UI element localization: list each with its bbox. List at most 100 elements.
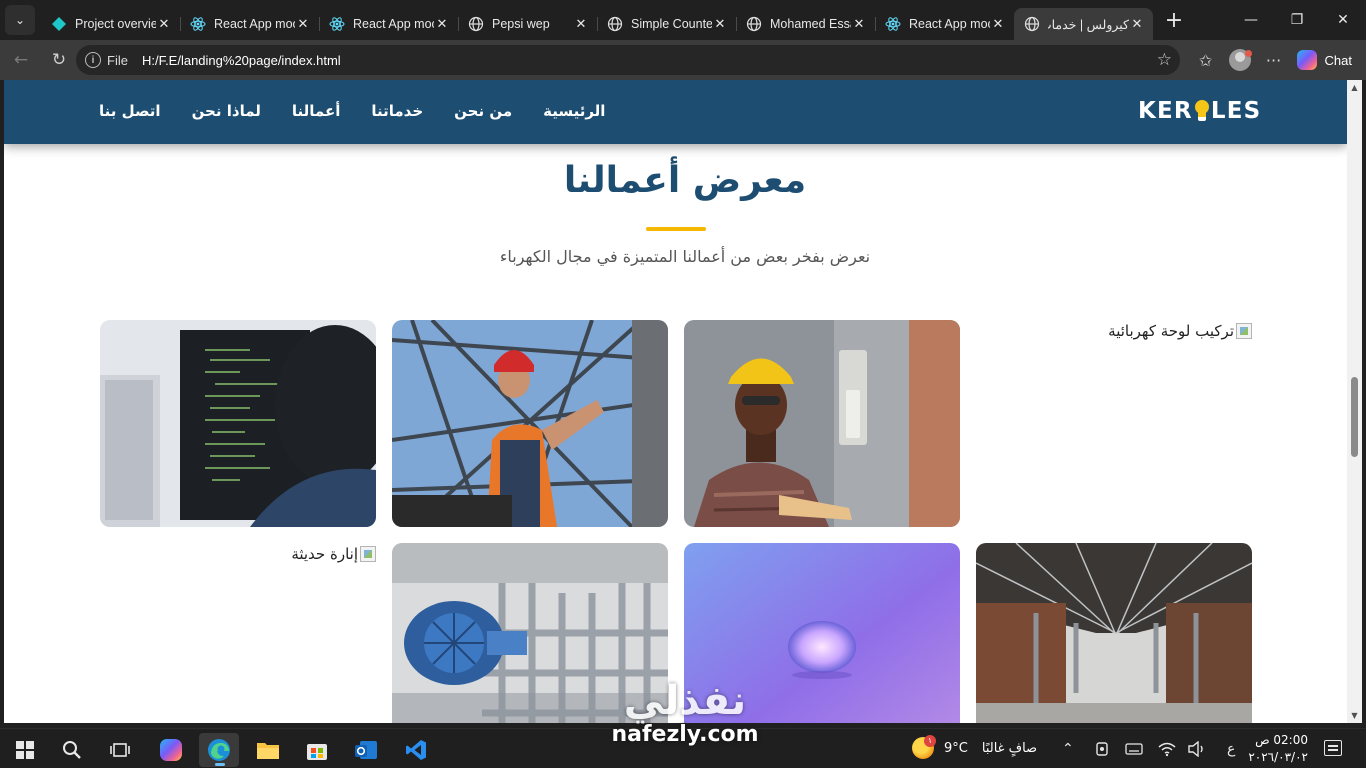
tab-close-icon[interactable]: ✕ bbox=[851, 16, 867, 32]
windows-start-icon[interactable] bbox=[5, 733, 45, 767]
globe-icon bbox=[468, 16, 484, 32]
browser-tab[interactable]: React App moo ✕ bbox=[180, 8, 319, 40]
nav-link-works[interactable]: أعمالنا bbox=[292, 102, 340, 120]
nav-link-contact[interactable]: اتصل بنا bbox=[99, 102, 161, 120]
language-indicator[interactable]: ع bbox=[1227, 729, 1235, 768]
favorites-icon[interactable]: ✩ bbox=[1189, 43, 1223, 77]
new-tab-plus-icon[interactable]: + bbox=[1159, 5, 1189, 35]
gallery-item-electrician[interactable] bbox=[684, 320, 960, 527]
weather-widget[interactable]: ١ 9°C صافٍ غالبًا bbox=[912, 735, 1037, 759]
globe-icon bbox=[1024, 16, 1040, 32]
weather-badge: ١ bbox=[924, 735, 936, 747]
edge-browser-icon[interactable] bbox=[199, 733, 239, 767]
restore-icon[interactable]: ❐ bbox=[1274, 0, 1320, 40]
broken-image-icon bbox=[1236, 323, 1252, 339]
notification-center-icon[interactable] bbox=[1324, 740, 1342, 756]
section-subtitle: نعرض بفخر بعض من أعمالنا المتميزة في مجا… bbox=[499, 247, 871, 266]
toolbar-right-actions: ✩ ··· Chat bbox=[1189, 40, 1366, 80]
gallery-item-industrial-hall[interactable] bbox=[976, 543, 1252, 723]
browser-tab[interactable]: Simple Counter ✕ bbox=[597, 8, 736, 40]
clock-date: ٢٠٢٦/٠٣/٠٢ bbox=[1248, 750, 1308, 764]
volume-icon[interactable] bbox=[1188, 729, 1206, 768]
browser-tab[interactable]: Mohamed Essa ✕ bbox=[736, 8, 875, 40]
weather-temperature: 9°C bbox=[944, 740, 968, 756]
sun-weather-icon: ١ bbox=[912, 735, 936, 759]
tab-title: React App moo bbox=[214, 17, 295, 31]
nav-link-services[interactable]: خدماتنا bbox=[371, 102, 423, 120]
favorite-star-icon[interactable]: ☆ bbox=[1157, 50, 1172, 70]
gallery-item-broken-image[interactable]: تركيب لوحة كهربائية bbox=[1108, 322, 1252, 340]
page-scrollbar[interactable]: ▲ ▼ bbox=[1347, 80, 1362, 723]
back-arrow-icon[interactable]: ← bbox=[4, 43, 38, 77]
wifi-icon[interactable] bbox=[1158, 729, 1176, 768]
browser-tab[interactable]: Project overview ✕ bbox=[41, 8, 180, 40]
logo-text-start: KER bbox=[1138, 98, 1193, 124]
browser-tab[interactable]: React App moo ✕ bbox=[875, 8, 1014, 40]
site-navbar: الرئيسية من نحن خدماتنا أعمالنا لماذا نح… bbox=[4, 80, 1347, 144]
tab-actions-menu-button[interactable]: ⌄ bbox=[5, 5, 35, 35]
tab-close-icon[interactable]: ✕ bbox=[573, 16, 589, 32]
tab-close-icon[interactable]: ✕ bbox=[712, 16, 728, 32]
watermark-arabic: نفذلي bbox=[623, 678, 747, 724]
scroll-thumb[interactable] bbox=[1351, 377, 1358, 457]
diamond-icon bbox=[51, 16, 67, 32]
tab-close-icon[interactable]: ✕ bbox=[990, 16, 1006, 32]
tab-close-icon[interactable]: ✕ bbox=[295, 16, 311, 32]
file-explorer-icon[interactable] bbox=[248, 733, 288, 767]
tab-title: Simple Counter bbox=[631, 17, 712, 31]
tab-title: كيرولس | خدمات bbox=[1048, 17, 1129, 32]
copilot-app-icon[interactable] bbox=[151, 733, 191, 767]
gallery-item-broken-image[interactable]: إنارة حديثة bbox=[291, 545, 376, 563]
copilot-icon bbox=[1296, 50, 1317, 70]
copilot-chat-button[interactable]: Chat bbox=[1296, 50, 1352, 70]
vscode-icon[interactable] bbox=[396, 733, 436, 767]
globe-icon bbox=[607, 16, 623, 32]
address-bar[interactable]: i File H:/F.E/landing%20page/index.html … bbox=[76, 45, 1180, 75]
close-window-icon[interactable]: ✕ bbox=[1320, 0, 1366, 40]
logo-text-end: LES bbox=[1210, 98, 1262, 124]
tab-close-icon[interactable]: ✕ bbox=[156, 16, 172, 32]
device-icon[interactable] bbox=[1095, 729, 1109, 768]
nav-link-why-us[interactable]: لماذا نحن bbox=[192, 102, 261, 120]
minimize-icon[interactable]: — bbox=[1228, 0, 1274, 40]
outlook-icon[interactable] bbox=[346, 733, 386, 767]
system-clock[interactable]: 02:00 ص ٢٠٢٦/٠٣/٠٢ bbox=[1248, 732, 1308, 766]
task-view-icon[interactable] bbox=[100, 733, 140, 767]
image-alt-text: إنارة حديثة bbox=[291, 545, 358, 563]
site-logo[interactable]: KER LES bbox=[1138, 98, 1261, 124]
electrician-photo bbox=[684, 320, 960, 527]
nav-link-home[interactable]: الرئيسية bbox=[543, 102, 605, 120]
watermark: نفذلي nafezly.com bbox=[600, 680, 770, 748]
search-icon[interactable] bbox=[52, 733, 92, 767]
tab-close-icon[interactable]: ✕ bbox=[434, 16, 450, 32]
input-keyboard-icon[interactable] bbox=[1125, 729, 1143, 768]
section-title: معرض أعمالنا bbox=[563, 160, 807, 201]
browser-tab[interactable]: Pepsi wep ✕ bbox=[458, 8, 597, 40]
tab-close-icon[interactable]: ✕ bbox=[1129, 16, 1145, 32]
tab-title: React App moo bbox=[909, 17, 990, 31]
site-menu: الرئيسية من نحن خدماتنا أعمالنا لماذا نح… bbox=[99, 102, 605, 120]
nav-link-about[interactable]: من نحن bbox=[454, 102, 512, 120]
tab-title: Project overview bbox=[75, 17, 156, 31]
watermark-latin: nafezly.com bbox=[611, 722, 759, 747]
browser-tab[interactable]: React App moo ✕ bbox=[319, 8, 458, 40]
react-icon bbox=[190, 16, 206, 32]
gallery-item-lineman[interactable] bbox=[392, 320, 668, 527]
react-icon bbox=[885, 16, 901, 32]
image-alt-text: تركيب لوحة كهربائية bbox=[1108, 322, 1234, 340]
lightbulb-icon bbox=[1194, 100, 1210, 122]
address-url[interactable]: H:/F.E/landing%20page/index.html bbox=[142, 53, 341, 68]
tab-title: Mohamed Essa bbox=[770, 17, 851, 31]
more-options-icon[interactable]: ··· bbox=[1257, 43, 1291, 77]
address-scheme-label: File bbox=[107, 52, 128, 68]
chat-label: Chat bbox=[1324, 52, 1352, 68]
info-icon[interactable]: i bbox=[85, 52, 101, 68]
profile-button[interactable] bbox=[1223, 43, 1257, 77]
browser-tab-active[interactable]: كيرولس | خدمات ✕ bbox=[1014, 8, 1153, 40]
scroll-down-arrow-icon[interactable]: ▼ bbox=[1347, 708, 1362, 723]
microsoft-store-icon[interactable] bbox=[297, 733, 337, 767]
refresh-icon[interactable]: ↻ bbox=[42, 43, 76, 77]
scroll-up-arrow-icon[interactable]: ▲ bbox=[1347, 80, 1362, 95]
show-hidden-icons-chevron-icon[interactable]: ⌃ bbox=[1062, 729, 1074, 768]
gallery-item-programmer[interactable] bbox=[100, 320, 376, 527]
